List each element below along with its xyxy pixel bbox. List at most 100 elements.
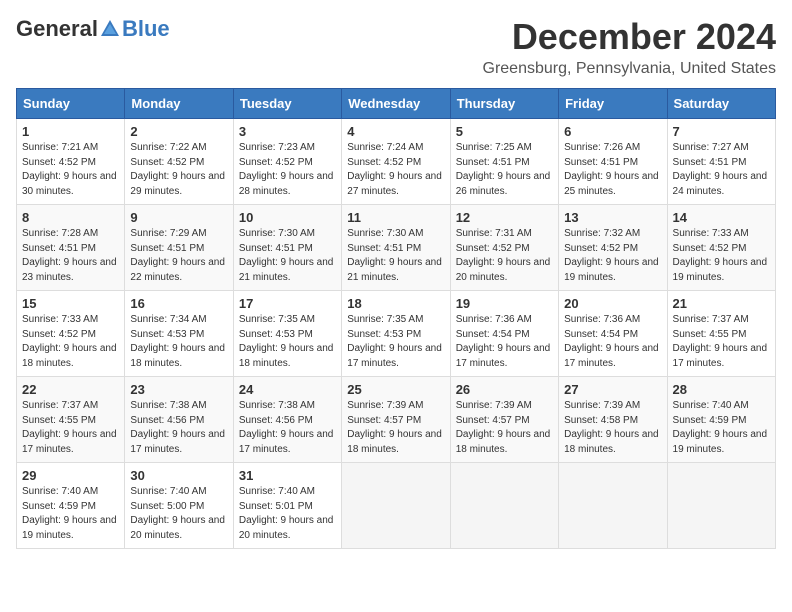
day-number: 17 bbox=[239, 296, 336, 311]
day-cell: 19 Sunrise: 7:36 AMSunset: 4:54 PMDayligh… bbox=[450, 291, 558, 377]
day-cell: 25 Sunrise: 7:39 AMSunset: 4:57 PMDayligh… bbox=[342, 377, 450, 463]
day-number: 4 bbox=[347, 124, 444, 139]
day-info: Sunrise: 7:22 AMSunset: 4:52 PMDaylight:… bbox=[130, 141, 227, 199]
day-number: 28 bbox=[673, 382, 770, 397]
day-number: 24 bbox=[239, 382, 336, 397]
day-cell: 16Sunrise: 7:34 AMSunset: 4:53 PMDayligh… bbox=[125, 291, 233, 377]
day-info: Sunrise: 7:30 AMSunset: 4:51 PMDaylight:… bbox=[347, 227, 444, 285]
day-info: Sunrise: 7:38 AMSunset: 4:56 PMDaylight:… bbox=[239, 399, 336, 457]
month-title: December 2024 bbox=[483, 16, 777, 58]
logo: General Blue bbox=[16, 16, 170, 42]
day-cell: 18 Sunrise: 7:35 AMSunset: 4:53 PMDayligh… bbox=[342, 291, 450, 377]
day-info: Sunrise: 7:29 AMSunset: 4:51 PMDaylight:… bbox=[130, 227, 227, 285]
week-row-5: 29 Sunrise: 7:40 AMSunset: 4:59 PMDayligh… bbox=[17, 463, 776, 549]
day-cell: 24 Sunrise: 7:38 AMSunset: 4:56 PMDayligh… bbox=[233, 377, 341, 463]
day-number: 22 bbox=[22, 382, 119, 397]
day-info: Sunrise: 7:37 AMSunset: 4:55 PMDaylight:… bbox=[673, 313, 770, 371]
weekday-header-wednesday: Wednesday bbox=[342, 89, 450, 119]
day-info: Sunrise: 7:37 AMSunset: 4:55 PMDaylight:… bbox=[22, 399, 119, 457]
day-number: 14 bbox=[673, 210, 770, 225]
day-info: Sunrise: 7:31 AMSunset: 4:52 PMDaylight:… bbox=[456, 227, 553, 285]
day-number: 19 bbox=[456, 296, 553, 311]
week-row-1: 1 Sunrise: 7:21 AMSunset: 4:52 PMDaylight… bbox=[17, 119, 776, 205]
day-number: 29 bbox=[22, 468, 119, 483]
day-number: 6 bbox=[564, 124, 661, 139]
day-cell: 4 Sunrise: 7:24 AMSunset: 4:52 PMDaylight… bbox=[342, 119, 450, 205]
day-number: 7 bbox=[673, 124, 770, 139]
day-info: Sunrise: 7:40 AMSunset: 4:59 PMDaylight:… bbox=[673, 399, 770, 457]
day-cell: 10Sunrise: 7:30 AMSunset: 4:51 PMDayligh… bbox=[233, 205, 341, 291]
day-cell bbox=[559, 463, 667, 549]
day-info: Sunrise: 7:40 AMSunset: 4:59 PMDaylight:… bbox=[22, 485, 119, 543]
day-info: Sunrise: 7:39 AMSunset: 4:57 PMDaylight:… bbox=[347, 399, 444, 457]
day-number: 16 bbox=[130, 296, 227, 311]
weekday-header-row: SundayMondayTuesdayWednesdayThursdayFrid… bbox=[17, 89, 776, 119]
day-number: 27 bbox=[564, 382, 661, 397]
day-info: Sunrise: 7:23 AMSunset: 4:52 PMDaylight:… bbox=[239, 141, 336, 199]
weekday-header-saturday: Saturday bbox=[667, 89, 775, 119]
logo-general-text: General bbox=[16, 16, 98, 42]
day-cell: 30Sunrise: 7:40 AMSunset: 5:00 PMDayligh… bbox=[125, 463, 233, 549]
day-number: 11 bbox=[347, 210, 444, 225]
day-number: 3 bbox=[239, 124, 336, 139]
day-cell: 20 Sunrise: 7:36 AMSunset: 4:54 PMDayligh… bbox=[559, 291, 667, 377]
weekday-header-monday: Monday bbox=[125, 89, 233, 119]
day-info: Sunrise: 7:35 AMSunset: 4:53 PMDaylight:… bbox=[239, 313, 336, 371]
day-info: Sunrise: 7:21 AMSunset: 4:52 PMDaylight:… bbox=[22, 141, 119, 199]
day-cell: 26Sunrise: 7:39 AMSunset: 4:57 PMDayligh… bbox=[450, 377, 558, 463]
day-cell bbox=[342, 463, 450, 549]
day-cell: 5 Sunrise: 7:25 AMSunset: 4:51 PMDaylight… bbox=[450, 119, 558, 205]
weekday-header-thursday: Thursday bbox=[450, 89, 558, 119]
day-cell: 9 Sunrise: 7:29 AMSunset: 4:51 PMDaylight… bbox=[125, 205, 233, 291]
day-number: 30 bbox=[130, 468, 227, 483]
day-cell: 21 Sunrise: 7:37 AMSunset: 4:55 PMDayligh… bbox=[667, 291, 775, 377]
day-number: 20 bbox=[564, 296, 661, 311]
day-cell: 13 Sunrise: 7:32 AMSunset: 4:52 PMDayligh… bbox=[559, 205, 667, 291]
day-info: Sunrise: 7:33 AMSunset: 4:52 PMDaylight:… bbox=[22, 313, 119, 371]
day-cell: 11 Sunrise: 7:30 AMSunset: 4:51 PMDayligh… bbox=[342, 205, 450, 291]
day-number: 5 bbox=[456, 124, 553, 139]
day-info: Sunrise: 7:39 AMSunset: 4:57 PMDaylight:… bbox=[456, 399, 553, 457]
day-cell: 7 Sunrise: 7:27 AMSunset: 4:51 PMDaylight… bbox=[667, 119, 775, 205]
calendar: SundayMondayTuesdayWednesdayThursdayFrid… bbox=[16, 88, 776, 549]
day-info: Sunrise: 7:35 AMSunset: 4:53 PMDaylight:… bbox=[347, 313, 444, 371]
day-number: 1 bbox=[22, 124, 119, 139]
day-cell: 17 Sunrise: 7:35 AMSunset: 4:53 PMDayligh… bbox=[233, 291, 341, 377]
weekday-header-tuesday: Tuesday bbox=[233, 89, 341, 119]
day-info: Sunrise: 7:32 AMSunset: 4:52 PMDaylight:… bbox=[564, 227, 661, 285]
day-info: Sunrise: 7:30 AMSunset: 4:51 PMDaylight:… bbox=[239, 227, 336, 285]
day-info: Sunrise: 7:38 AMSunset: 4:56 PMDaylight:… bbox=[130, 399, 227, 457]
logo-icon bbox=[99, 18, 121, 40]
day-cell: 27 Sunrise: 7:39 AMSunset: 4:58 PMDayligh… bbox=[559, 377, 667, 463]
day-number: 18 bbox=[347, 296, 444, 311]
week-row-2: 8Sunrise: 7:28 AMSunset: 4:51 PMDaylight… bbox=[17, 205, 776, 291]
day-cell bbox=[450, 463, 558, 549]
location: Greensburg, Pennsylvania, United States bbox=[483, 60, 777, 78]
day-number: 15 bbox=[22, 296, 119, 311]
day-number: 23 bbox=[130, 382, 227, 397]
day-cell: 1 Sunrise: 7:21 AMSunset: 4:52 PMDaylight… bbox=[17, 119, 125, 205]
day-number: 2 bbox=[130, 124, 227, 139]
logo-blue-text: Blue bbox=[122, 16, 170, 42]
day-info: Sunrise: 7:27 AMSunset: 4:51 PMDaylight:… bbox=[673, 141, 770, 199]
day-number: 21 bbox=[673, 296, 770, 311]
day-number: 25 bbox=[347, 382, 444, 397]
weekday-header-sunday: Sunday bbox=[17, 89, 125, 119]
day-cell bbox=[667, 463, 775, 549]
day-info: Sunrise: 7:36 AMSunset: 4:54 PMDaylight:… bbox=[456, 313, 553, 371]
day-cell: 15 Sunrise: 7:33 AMSunset: 4:52 PMDayligh… bbox=[17, 291, 125, 377]
day-info: Sunrise: 7:39 AMSunset: 4:58 PMDaylight:… bbox=[564, 399, 661, 457]
day-cell: 3 Sunrise: 7:23 AMSunset: 4:52 PMDaylight… bbox=[233, 119, 341, 205]
weekday-header-friday: Friday bbox=[559, 89, 667, 119]
day-info: Sunrise: 7:26 AMSunset: 4:51 PMDaylight:… bbox=[564, 141, 661, 199]
day-number: 9 bbox=[130, 210, 227, 225]
day-info: Sunrise: 7:36 AMSunset: 4:54 PMDaylight:… bbox=[564, 313, 661, 371]
title-area: December 2024 Greensburg, Pennsylvania, … bbox=[483, 16, 777, 78]
day-number: 12 bbox=[456, 210, 553, 225]
day-number: 8 bbox=[22, 210, 119, 225]
day-info: Sunrise: 7:25 AMSunset: 4:51 PMDaylight:… bbox=[456, 141, 553, 199]
day-info: Sunrise: 7:24 AMSunset: 4:52 PMDaylight:… bbox=[347, 141, 444, 199]
week-row-3: 15 Sunrise: 7:33 AMSunset: 4:52 PMDayligh… bbox=[17, 291, 776, 377]
day-number: 13 bbox=[564, 210, 661, 225]
day-info: Sunrise: 7:33 AMSunset: 4:52 PMDaylight:… bbox=[673, 227, 770, 285]
